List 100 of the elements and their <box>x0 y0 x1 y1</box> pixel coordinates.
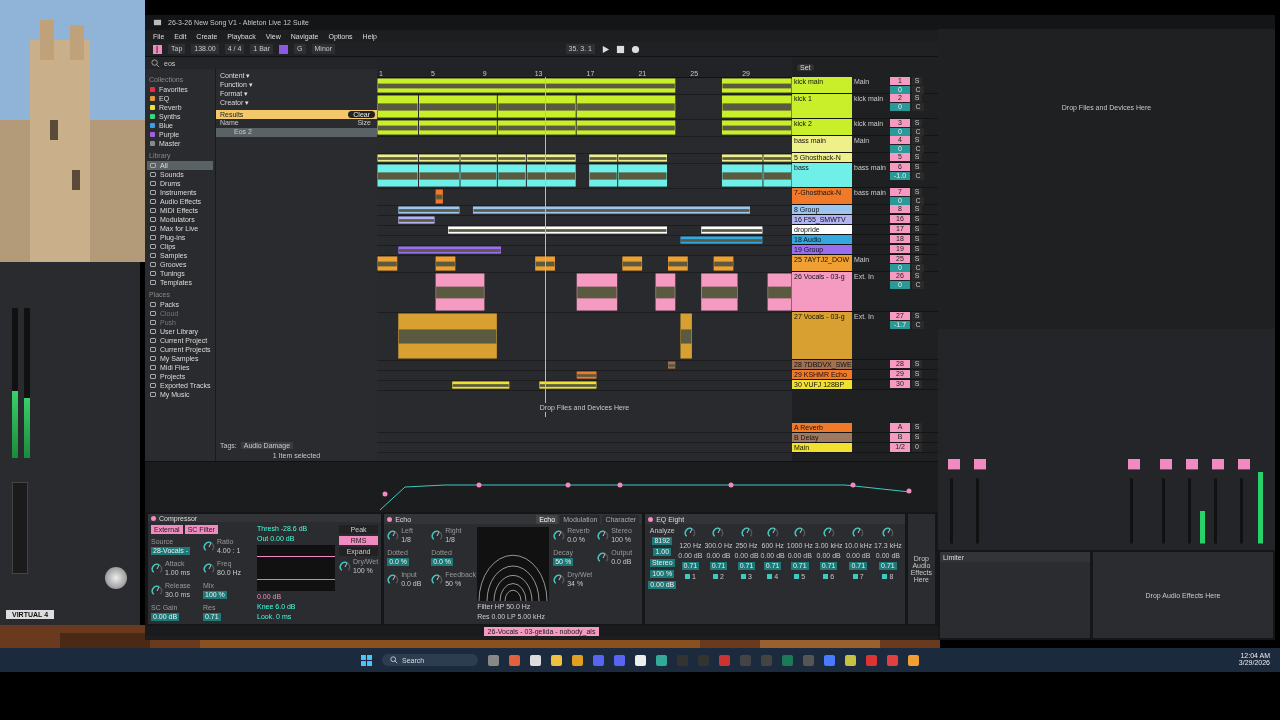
knob[interactable] <box>387 529 400 542</box>
clip[interactable] <box>576 95 676 118</box>
band-toggle[interactable] <box>713 574 718 579</box>
knob[interactable] <box>387 573 400 586</box>
automation-envelope[interactable] <box>145 461 938 512</box>
play-icon[interactable] <box>600 44 610 54</box>
clip[interactable] <box>435 189 443 204</box>
clip[interactable] <box>377 120 418 135</box>
knob[interactable] <box>766 527 779 539</box>
clip[interactable] <box>668 361 676 369</box>
clip[interactable] <box>448 226 667 234</box>
start-icon[interactable] <box>361 654 372 666</box>
clip[interactable] <box>767 273 792 311</box>
band-toggle[interactable] <box>684 574 690 579</box>
clip[interactable] <box>701 226 763 234</box>
clip[interactable] <box>589 154 618 162</box>
clip[interactable] <box>721 154 763 162</box>
clip[interactable] <box>622 256 643 271</box>
power-icon[interactable] <box>648 516 654 522</box>
clip[interactable] <box>576 273 618 311</box>
clip[interactable] <box>472 206 750 214</box>
clip[interactable] <box>398 216 435 224</box>
clip[interactable] <box>377 95 418 118</box>
clip[interactable] <box>721 120 792 135</box>
knob[interactable] <box>553 529 566 542</box>
clip[interactable] <box>460 164 497 187</box>
layout-icon[interactable] <box>153 44 162 54</box>
clip[interactable] <box>721 78 792 93</box>
knob[interactable] <box>151 562 163 575</box>
clip[interactable] <box>497 95 576 118</box>
clip[interactable] <box>460 154 497 162</box>
clip[interactable] <box>763 164 792 187</box>
clip[interactable] <box>576 120 676 135</box>
scale-icon[interactable] <box>279 44 289 54</box>
clip[interactable] <box>535 256 555 271</box>
clip[interactable] <box>713 256 734 271</box>
clip[interactable] <box>435 256 456 271</box>
clip[interactable] <box>721 164 763 187</box>
knob[interactable] <box>793 527 806 539</box>
knob[interactable] <box>203 540 215 553</box>
band-toggle[interactable] <box>823 574 829 579</box>
band-toggle[interactable] <box>767 574 773 579</box>
app-icon[interactable] <box>572 654 583 666</box>
clip[interactable] <box>435 273 485 311</box>
knob[interactable] <box>431 529 444 542</box>
clip[interactable] <box>377 154 418 162</box>
knob[interactable] <box>852 527 865 539</box>
clip[interactable] <box>763 154 792 162</box>
clip[interactable] <box>680 236 763 244</box>
clip[interactable] <box>589 164 618 187</box>
clip[interactable] <box>526 154 576 162</box>
app-icon[interactable] <box>656 654 667 666</box>
band-toggle[interactable] <box>882 574 888 579</box>
knob[interactable] <box>105 567 127 589</box>
knob[interactable] <box>203 562 215 575</box>
knob[interactable] <box>597 529 610 542</box>
power-icon[interactable] <box>387 516 393 522</box>
clip[interactable] <box>377 256 398 271</box>
clip[interactable] <box>497 154 526 162</box>
clip[interactable] <box>680 313 692 359</box>
clip[interactable] <box>576 371 597 379</box>
knob[interactable] <box>684 527 697 539</box>
knob[interactable] <box>339 560 351 573</box>
stop-icon[interactable] <box>615 44 625 54</box>
app-icon[interactable] <box>908 654 919 666</box>
clip[interactable] <box>618 164 667 187</box>
clip[interactable] <box>419 120 497 135</box>
record-icon[interactable] <box>630 44 640 54</box>
clip[interactable] <box>668 256 688 271</box>
band-toggle[interactable] <box>741 574 747 579</box>
band-toggle[interactable] <box>794 574 800 579</box>
knob[interactable] <box>822 527 835 539</box>
knob[interactable] <box>712 527 725 539</box>
clip[interactable] <box>398 246 501 254</box>
knob[interactable] <box>151 584 163 597</box>
clip[interactable] <box>398 313 497 359</box>
clip[interactable] <box>497 164 526 187</box>
clip[interactable] <box>701 273 738 311</box>
knob[interactable] <box>740 527 753 539</box>
clip[interactable] <box>419 164 460 187</box>
clip[interactable] <box>497 120 576 135</box>
clip[interactable] <box>452 381 510 389</box>
clip[interactable] <box>655 273 676 311</box>
app-icon[interactable] <box>635 654 646 666</box>
band-toggle[interactable] <box>852 574 858 579</box>
app-icon[interactable] <box>845 654 856 666</box>
clip[interactable] <box>539 381 597 389</box>
clip[interactable] <box>618 154 667 162</box>
clip[interactable] <box>377 78 676 93</box>
clip[interactable] <box>419 95 497 118</box>
clip[interactable] <box>377 164 418 187</box>
clip[interactable] <box>398 206 460 214</box>
knob[interactable] <box>597 551 610 564</box>
knob[interactable] <box>431 573 444 586</box>
clip[interactable] <box>419 154 460 162</box>
knob[interactable] <box>881 527 894 539</box>
clip[interactable] <box>526 164 576 187</box>
power-icon[interactable] <box>151 515 156 521</box>
app-icon[interactable] <box>551 654 562 666</box>
knob[interactable] <box>553 573 566 586</box>
